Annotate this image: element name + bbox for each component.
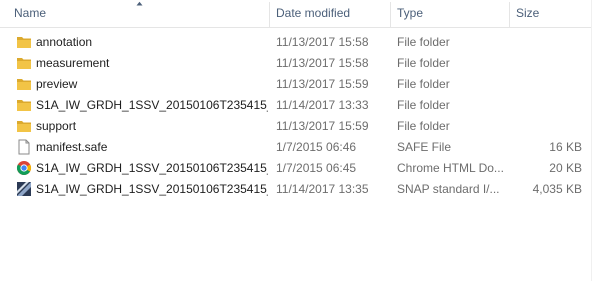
- folder-icon: [16, 76, 32, 92]
- date-modified: 11/13/2017 15:58: [276, 56, 369, 70]
- column-header-bar: Name Date modified Type Size: [0, 0, 591, 28]
- list-item-annotation[interactable]: annotation 11/13/2017 15:58 File folder: [0, 32, 591, 53]
- file-type: SAFE File: [397, 140, 452, 154]
- column-header-name[interactable]: Name: [8, 0, 270, 27]
- file-type: SNAP standard I/...: [397, 182, 500, 196]
- file-size: [512, 32, 582, 53]
- date-modified: 1/7/2015 06:46: [276, 140, 357, 154]
- date-modified: 1/7/2015 06:45: [276, 161, 357, 175]
- list-item-s1a-folder[interactable]: S1A_IW_GRDH_1SSV_20150106T235415_2... 11…: [0, 95, 591, 116]
- date-modified: 11/13/2017 15:58: [276, 35, 369, 49]
- file-size: [512, 95, 582, 116]
- file-size: 16 KB: [549, 140, 582, 154]
- date-modified: 11/14/2017 13:35: [276, 182, 369, 196]
- list-item-s1a-snap[interactable]: S1A_IW_GRDH_1SSV_20150106T235415_2... 11…: [0, 179, 591, 200]
- folder-icon: [16, 55, 32, 71]
- file-type: File folder: [397, 98, 450, 112]
- file-name: preview: [36, 77, 78, 91]
- file-type: Chrome HTML Do...: [397, 161, 504, 175]
- scrollbar-track[interactable]: [591, 0, 592, 281]
- file-type: File folder: [397, 119, 450, 133]
- file-size: [512, 74, 582, 95]
- file-type: File folder: [397, 35, 450, 49]
- column-header-size[interactable]: Size: [510, 0, 591, 27]
- column-header-date-modified[interactable]: Date modified: [270, 0, 391, 27]
- file-name: annotation: [36, 35, 93, 49]
- list-item-measurement[interactable]: measurement 11/13/2017 15:58 File folder: [0, 53, 591, 74]
- file-list: annotation 11/13/2017 15:58 File folder …: [0, 32, 591, 200]
- list-item-manifest-safe[interactable]: manifest.safe 1/7/2015 06:46 SAFE File 1…: [0, 137, 591, 158]
- file-name: S1A_IW_GRDH_1SSV_20150106T235415_2...: [36, 182, 268, 196]
- file-icon: [16, 139, 32, 155]
- folder-icon: [16, 97, 32, 113]
- file-name: S1A_IW_GRDH_1SSV_20150106T235415_2...: [36, 161, 268, 175]
- chrome-icon: [16, 160, 32, 176]
- list-item-support[interactable]: support 11/13/2017 15:59 File folder: [0, 116, 591, 137]
- file-name: measurement: [36, 56, 110, 70]
- file-size: 4,035 KB: [532, 182, 582, 196]
- file-size: [512, 116, 582, 137]
- file-name: S1A_IW_GRDH_1SSV_20150106T235415_2...: [36, 98, 268, 112]
- file-size: [512, 53, 582, 74]
- file-name: support: [36, 119, 77, 133]
- list-item-s1a-html[interactable]: S1A_IW_GRDH_1SSV_20150106T235415_2... 1/…: [0, 158, 591, 179]
- folder-icon: [16, 34, 32, 50]
- file-size: 20 KB: [549, 161, 582, 175]
- list-item-preview[interactable]: preview 11/13/2017 15:59 File folder: [0, 74, 591, 95]
- file-name: manifest.safe: [36, 140, 108, 154]
- snap-icon: [16, 181, 32, 197]
- folder-icon: [16, 118, 32, 134]
- date-modified: 11/13/2017 15:59: [276, 119, 369, 133]
- file-type: File folder: [397, 56, 450, 70]
- file-type: File folder: [397, 77, 450, 91]
- column-header-type[interactable]: Type: [391, 0, 510, 27]
- date-modified: 11/13/2017 15:59: [276, 77, 369, 91]
- date-modified: 11/14/2017 13:33: [276, 98, 369, 112]
